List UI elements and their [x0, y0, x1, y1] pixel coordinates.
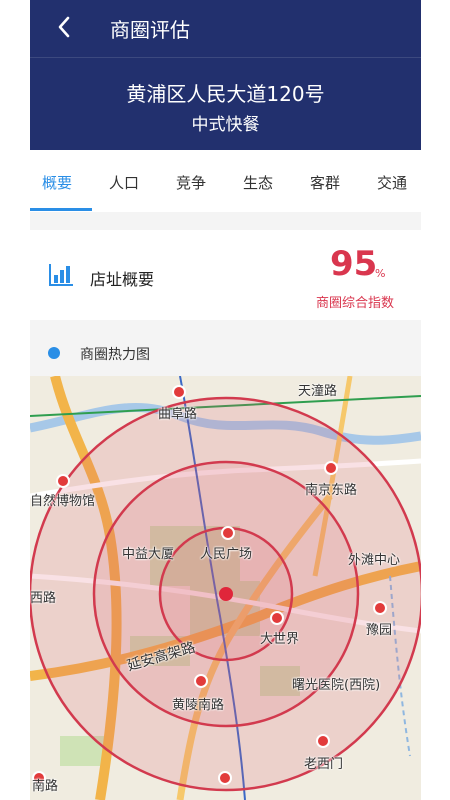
map-label: 外滩中心 — [348, 553, 401, 568]
store-address: 黄浦区人民大道120号 — [126, 82, 325, 106]
map-label: 南路 — [32, 779, 59, 794]
map-label: 自然博物馆 — [30, 494, 96, 509]
heat-map[interactable]: 天潼路 曲阜路 南京东路 自然博物馆 中益大厦 人民广场 外滩中心 西路 豫园 … — [30, 376, 421, 800]
metro-station-icon — [218, 771, 232, 785]
header: 商圈评估 黄浦区人民大道120号 中式快餐 — [30, 0, 421, 150]
metro-station-icon — [316, 734, 330, 748]
score-caption: 商圈综合指数 — [316, 296, 395, 311]
map-label: 南京东路 — [305, 483, 358, 498]
metro-station-icon — [270, 611, 284, 625]
map-label: 黄陵南路 — [172, 698, 225, 713]
map-label: 西路 — [30, 591, 57, 606]
store-location-marker[interactable] — [219, 587, 233, 601]
metro-station-icon — [194, 674, 208, 688]
page-title: 商圈评估 — [110, 18, 190, 42]
tab-ecology[interactable]: 生态 — [243, 172, 273, 193]
metro-station-icon — [221, 526, 235, 540]
map-label: 大世界 — [260, 632, 300, 647]
score-unit: % — [375, 267, 386, 280]
store-category: 中式快餐 — [191, 115, 260, 135]
map-label: 豫园 — [366, 623, 393, 638]
map-label: 人民广场 — [200, 547, 253, 562]
map-label: 曙光医院(西院) — [292, 678, 381, 693]
bar-chart-icon — [49, 264, 73, 286]
tab-traffic[interactable]: 交通 — [377, 172, 407, 193]
score-value: 95 — [330, 244, 378, 284]
map-label: 中益大厦 — [122, 547, 175, 562]
map-label: 曲阜路 — [158, 407, 198, 422]
metro-station-icon — [56, 474, 70, 488]
heatmap-section-header: 商圈热力图 — [30, 330, 421, 376]
overview-card: 店址概要 95 % 商圈综合指数 — [30, 230, 421, 320]
tab-bar: 概要 人口 竞争 生态 客群 交通 — [30, 150, 421, 212]
metro-station-icon — [172, 385, 186, 399]
tab-overview[interactable]: 概要 — [42, 172, 72, 193]
tab-competition[interactable]: 竞争 — [176, 172, 206, 193]
metro-station-icon — [324, 461, 338, 475]
heatmap-label: 商圈热力图 — [80, 347, 150, 363]
header-divider — [30, 57, 421, 58]
app-screen: 商圈评估 黄浦区人民大道120号 中式快餐 概要 人口 竞争 生态 客群 交通 … — [30, 0, 421, 800]
map-label: 老西门 — [304, 757, 344, 772]
tab-customers[interactable]: 客群 — [310, 172, 340, 193]
tab-population[interactable]: 人口 — [109, 172, 139, 193]
back-arrow-icon[interactable] — [52, 13, 78, 41]
overview-label: 店址概要 — [90, 270, 155, 289]
tab-active-indicator — [30, 208, 92, 211]
map-label: 天潼路 — [298, 384, 338, 399]
metro-station-icon — [373, 601, 387, 615]
section-dot-icon — [48, 347, 60, 359]
